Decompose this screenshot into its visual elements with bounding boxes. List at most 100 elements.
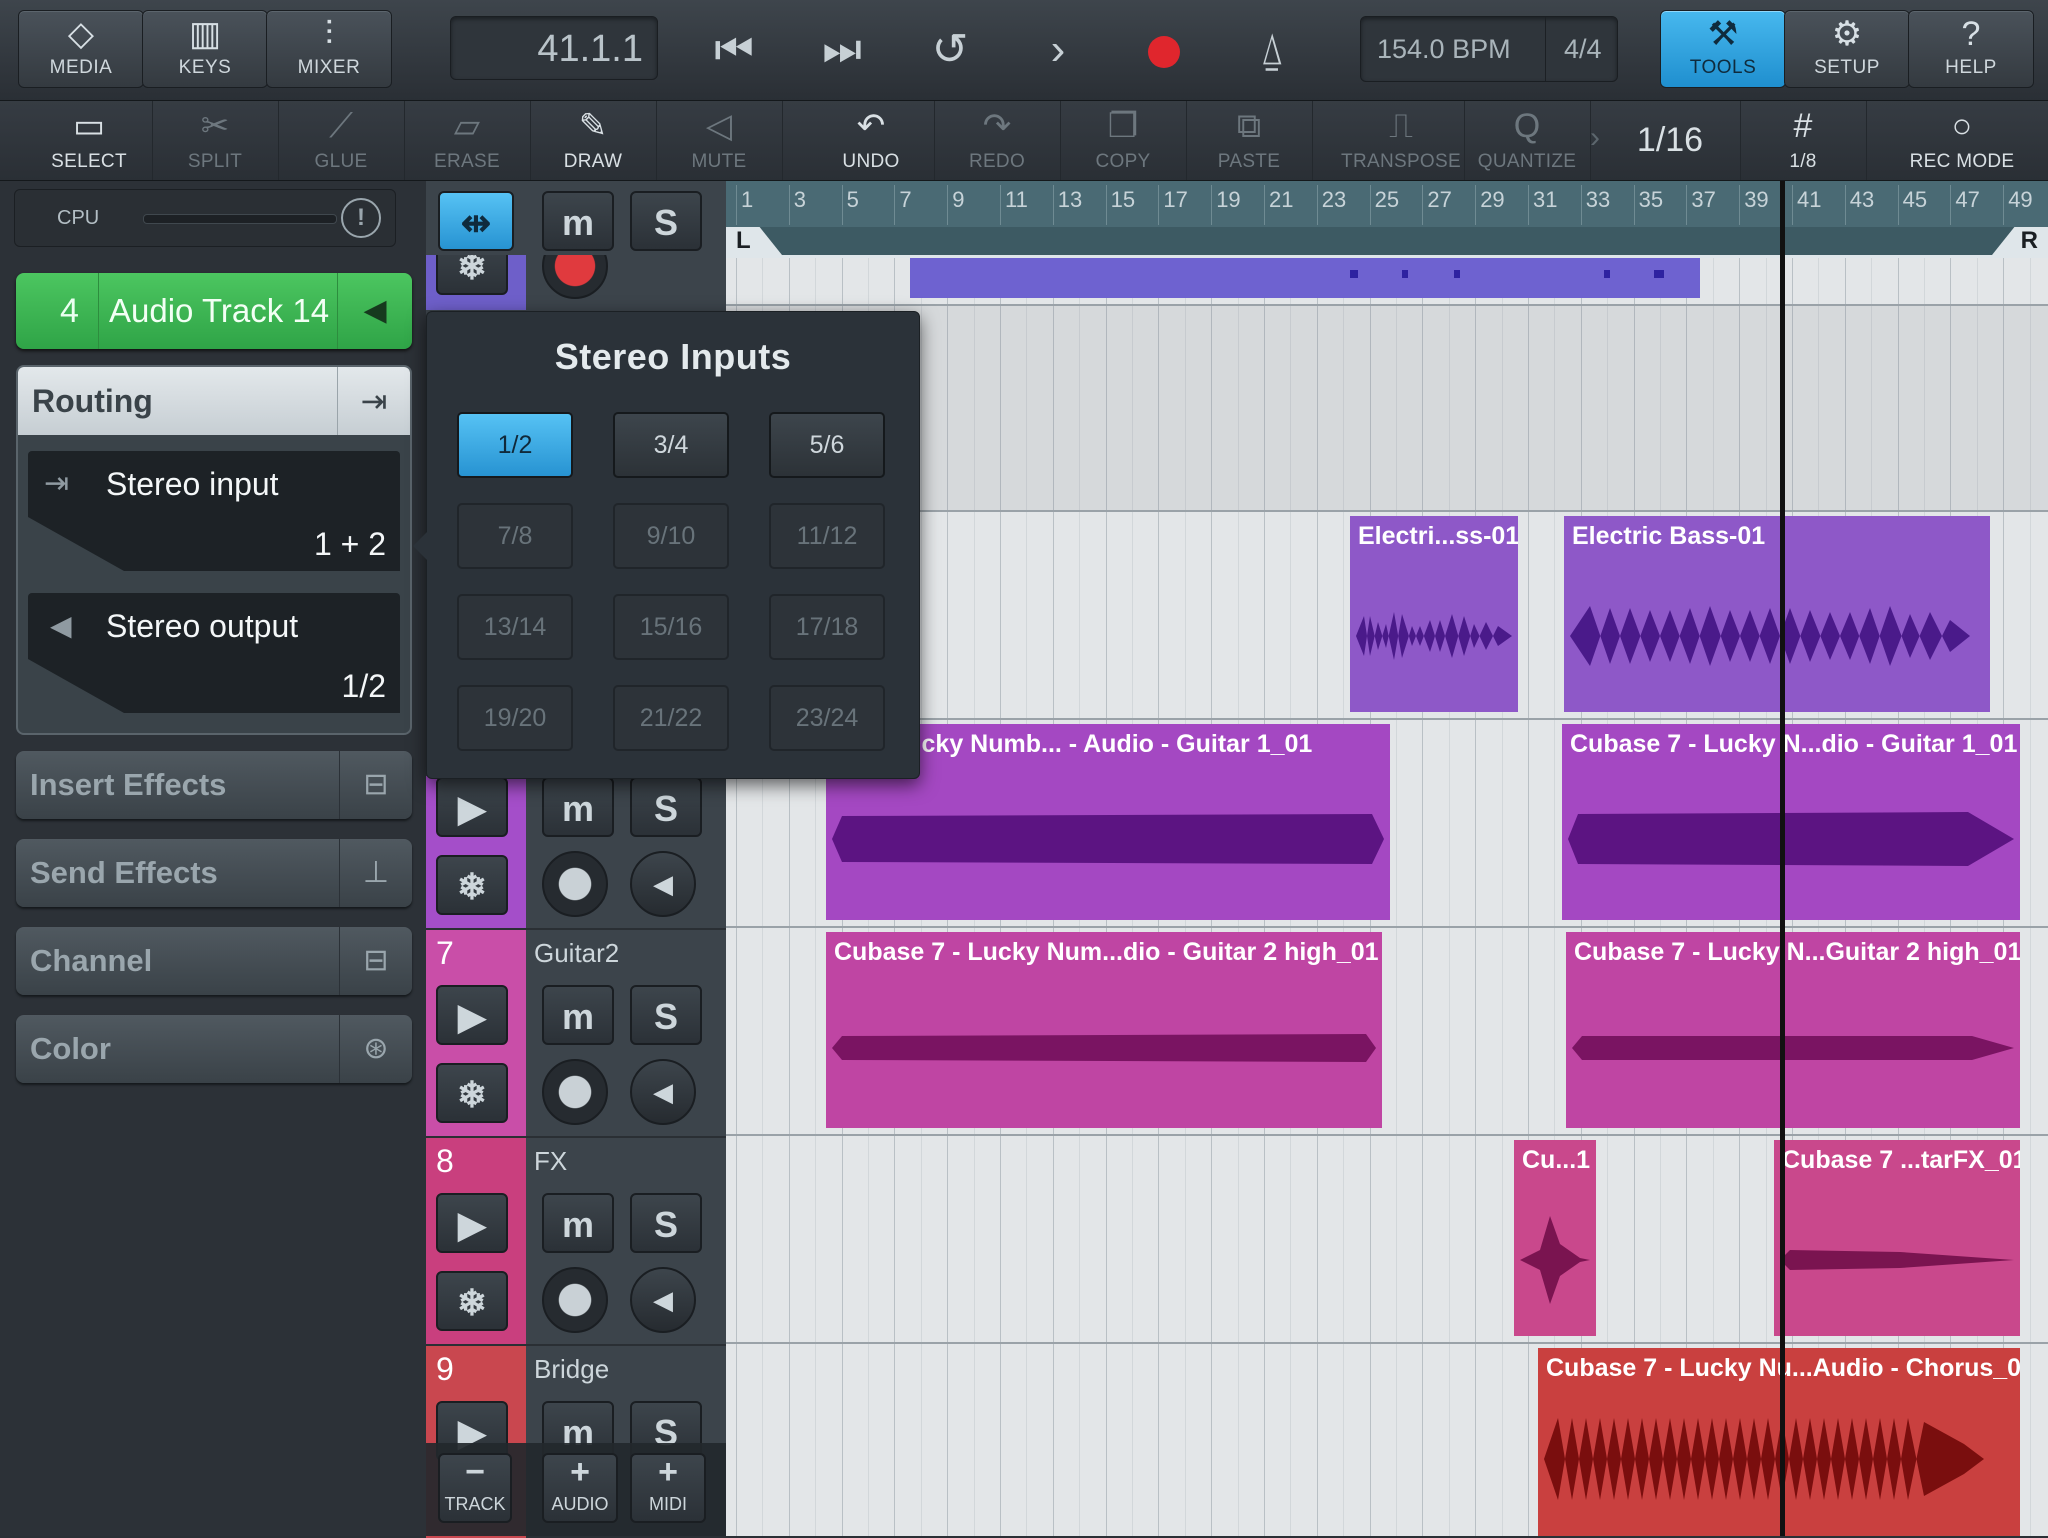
media-button[interactable]: ◇ MEDIA [18, 10, 144, 88]
input-option-button[interactable]: 19/20 [457, 685, 573, 751]
play-button[interactable]: › [1022, 22, 1094, 78]
input-option-button[interactable]: 11/12 [769, 503, 885, 569]
select-tool[interactable]: ▭ SELECT [26, 101, 153, 180]
mute-all-button[interactable]: m [542, 191, 614, 251]
add-audio-track-button[interactable]: + AUDIO [542, 1453, 618, 1523]
metronome-button[interactable]: ⍙ [1236, 22, 1308, 78]
mixer-button[interactable]: ⫶ MIXER [266, 10, 392, 88]
monitor-button[interactable]: ◀ [630, 1267, 696, 1333]
quantize-value-selector[interactable]: › 1/16 [1590, 101, 1741, 180]
audio-clip[interactable]: Cubase 7 - Lucky Nu...Audio - Chorus_01 [1538, 1348, 2020, 1536]
routing-header[interactable]: Routing ⇥ [18, 367, 410, 435]
add-midi-track-button[interactable]: + MIDI [630, 1453, 706, 1523]
input-option-button[interactable]: 15/16 [613, 594, 729, 660]
audio-clip[interactable]: Electri...ss-01 [1350, 516, 1518, 712]
tools-button[interactable]: ⚒ TOOLS [1660, 10, 1786, 88]
ruler-bar-label: 49 [2003, 185, 2033, 225]
audio-clip[interactable]: Cubase 7 - Lucky N...Guitar 2 high_01 [1566, 932, 2020, 1128]
input-option-button[interactable]: 23/24 [769, 685, 885, 751]
collapse-icon[interactable]: ◀ [337, 273, 412, 349]
selected-track-header[interactable]: 4 Audio Track 14 ◀ [16, 273, 412, 349]
remove-track-button[interactable]: − TRACK [438, 1453, 512, 1523]
send-effects-section[interactable]: Send Effects ⊥ [16, 839, 412, 907]
timeline-ruler[interactable]: 1 3 5 7 9 11 13 15 17 19 21 23 25 27 29 31 33 35 37 39 41 43 4… [726, 181, 2048, 258]
freeze-button[interactable]: ❄ [436, 1271, 508, 1331]
monitor-button[interactable]: ◀ [630, 851, 696, 917]
mute-button[interactable]: m [542, 777, 614, 837]
play-button[interactable]: ▶ [436, 985, 508, 1045]
freeze-button[interactable]: ❄ [436, 1063, 508, 1123]
split-tool[interactable]: ✂ SPLIT [152, 101, 279, 180]
record-button[interactable] [1128, 22, 1200, 78]
keys-button[interactable]: ▥ KEYS [142, 10, 268, 88]
eraser-icon: ▱ [453, 107, 481, 145]
mute-button[interactable]: m [542, 1193, 614, 1253]
record-enable-button[interactable] [542, 1059, 608, 1125]
glue-tool[interactable]: ⟋ GLUE [278, 101, 405, 180]
color-section[interactable]: Color ⊛ [16, 1015, 412, 1083]
erase-tool[interactable]: ▱ ERASE [404, 101, 531, 180]
insert-effects-section[interactable]: Insert Effects ⊟ [16, 751, 412, 819]
audio-clip[interactable]: Cubase 7 - Lucky N...dio - Guitar 1_01 [1562, 724, 2020, 920]
speaker-icon: ◁ [705, 107, 733, 145]
track-strip: ❄ [426, 255, 726, 310]
help-button[interactable]: ? HELP [1908, 10, 2034, 88]
solo-all-button[interactable]: S [630, 191, 702, 251]
redo-button[interactable]: ↷ REDO [934, 101, 1061, 180]
play-button[interactable]: ▶ [436, 777, 508, 837]
record-enable-button[interactable] [542, 851, 608, 917]
solo-button[interactable]: S [630, 777, 702, 837]
monitor-button[interactable]: ◀ [630, 1059, 696, 1125]
setup-button[interactable]: ⚙ SETUP [1784, 10, 1910, 88]
input-option-button[interactable]: 5/6 [769, 412, 885, 478]
playhead[interactable] [1780, 258, 1785, 1536]
solo-button[interactable]: S [630, 985, 702, 1045]
undo-button[interactable]: ↶ UNDO [808, 101, 935, 180]
waveform [1572, 1036, 2014, 1060]
go-to-start-button[interactable]: ⏮ [698, 22, 770, 78]
freeze-button[interactable]: ❄ [436, 855, 508, 915]
stereo-output-selector[interactable]: ◀ Stereo output 1/2 [28, 593, 400, 713]
position-display[interactable]: 41.1.1 [450, 16, 658, 80]
audio-clip[interactable]: Cubase 7 - Lucky Num...dio - Guitar 2 hi… [826, 932, 1382, 1128]
input-option-button[interactable]: 21/22 [613, 685, 729, 751]
input-option-button[interactable]: 17/18 [769, 594, 885, 660]
paste-button[interactable]: ⧉ PASTE [1186, 101, 1313, 180]
rec-mode-button[interactable]: ○ REC MODE [1892, 101, 2032, 180]
channel-section[interactable]: Channel ⊟ [16, 927, 412, 995]
record-enable-button[interactable] [542, 255, 608, 299]
midi-clip[interactable] [910, 258, 1700, 298]
lane-divider [726, 926, 2048, 928]
play-button[interactable]: ▶ [436, 1193, 508, 1253]
channel-icon: ⊟ [339, 927, 412, 995]
input-option-button[interactable]: 1/2 [457, 412, 573, 478]
mute-button[interactable]: m [542, 985, 614, 1045]
draw-tool[interactable]: ✎ DRAW [530, 101, 657, 180]
solo-button[interactable]: S [630, 1193, 702, 1253]
freeze-button[interactable]: ❄ [436, 255, 508, 295]
input-option-button[interactable]: 7/8 [457, 503, 573, 569]
input-option-button[interactable]: 3/4 [613, 412, 729, 478]
edit-mode-button[interactable]: ⇹ [438, 191, 514, 251]
input-option-button[interactable]: 13/14 [457, 594, 573, 660]
stereo-input-selector[interactable]: ⇥ Stereo input 1 + 2 [28, 451, 400, 571]
waveform [1356, 612, 1512, 660]
copy-button[interactable]: ❐ COPY [1060, 101, 1187, 180]
grid-button[interactable]: #1/8 [1740, 101, 1867, 180]
input-option-button[interactable]: 9/10 [613, 503, 729, 569]
quantize-button[interactable]: Q QUANTIZE [1464, 101, 1591, 180]
record-enable-button[interactable] [542, 1267, 608, 1333]
plus-icon: + [658, 1453, 678, 1491]
quantize-icon: Q [1513, 107, 1541, 145]
mute-tool[interactable]: ◁ MUTE [656, 101, 783, 180]
paste-icon: ⧉ [1236, 107, 1262, 145]
skip-forward-icon: ⏭ [822, 25, 862, 74]
cycle-button[interactable]: ↺ [914, 22, 986, 78]
audio-clip[interactable]: Cubase 7 ...tarFX_01 [1774, 1140, 2020, 1336]
transpose-button[interactable]: ⎍ TRANSPOSE [1338, 101, 1465, 180]
go-to-end-button[interactable]: ⏭ [806, 22, 878, 78]
audio-clip[interactable]: Electric Bass-01 [1564, 516, 1990, 712]
audio-clip[interactable]: Cu...1 [1514, 1140, 1596, 1336]
tempo-display[interactable]: 154.0 BPM 4/4 [1360, 16, 1618, 82]
arrangement-area[interactable]: Electri...ss-01 Electric Bass-01 e 7 - L… [726, 258, 2048, 1536]
